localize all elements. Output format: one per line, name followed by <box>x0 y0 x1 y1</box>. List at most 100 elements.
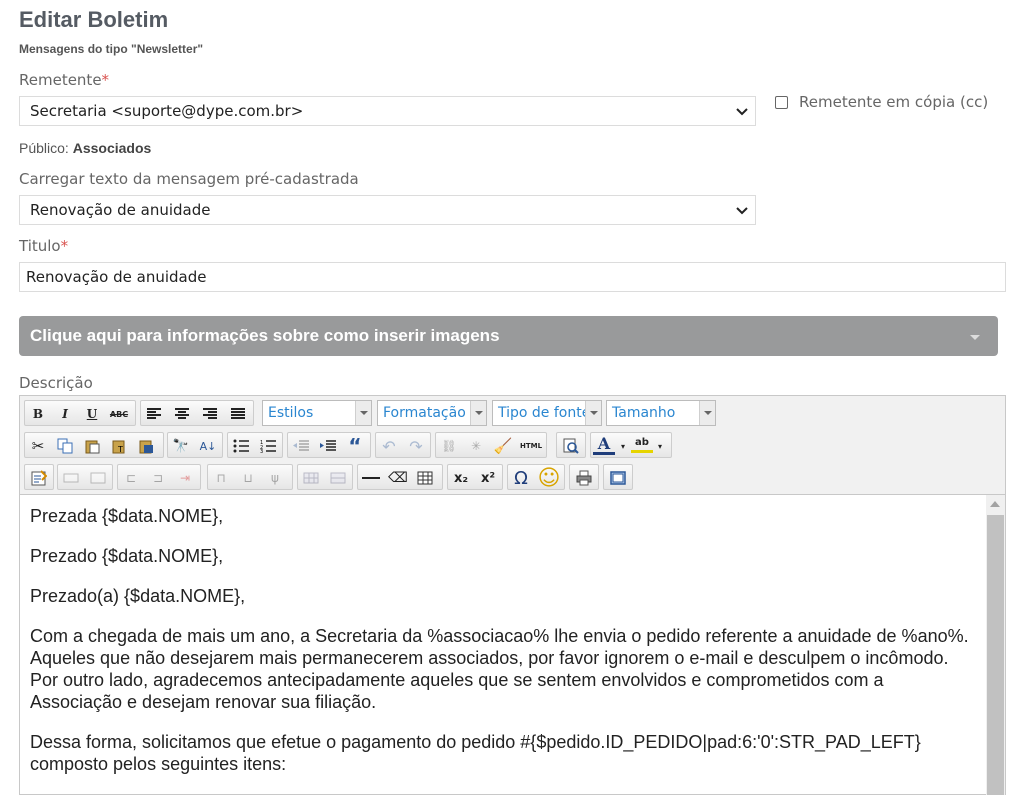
titulo-label: Titulo* <box>19 237 68 255</box>
table-button[interactable] <box>414 467 436 489</box>
insert-before-icon: ⊏ <box>125 471 137 485</box>
font-color-dropdown[interactable]: ▾ <box>618 435 628 457</box>
eraser-button[interactable]: ⌫ <box>387 467 409 489</box>
paste-word-button[interactable] <box>135 435 157 457</box>
required-mark: * <box>60 237 69 255</box>
image-info-toggle[interactable]: Clique aqui para informações sobre como … <box>19 316 998 356</box>
maximize-button[interactable] <box>607 467 629 489</box>
format-combo[interactable]: Formatação <box>377 400 487 426</box>
link-button[interactable]: ⛓ <box>438 435 460 457</box>
font-family-combo[interactable]: Tipo de fonte <box>492 400 602 426</box>
underline-button[interactable]: U <box>81 403 103 425</box>
bg-color-dropdown[interactable]: ▾ <box>655 435 665 457</box>
scroll-up-icon[interactable] <box>990 501 1000 507</box>
special-char-button[interactable]: Ω <box>510 467 532 489</box>
outdent-button[interactable] <box>290 435 312 457</box>
horizontal-rule-button[interactable] <box>360 467 382 489</box>
superscript-button[interactable]: x² <box>477 467 499 489</box>
clipboard-group: ✂ T <box>24 432 164 458</box>
copy-button[interactable] <box>54 435 76 457</box>
editor-scrollbar[interactable] <box>986 495 1005 795</box>
cell-props-button[interactable]: ψ <box>264 467 286 489</box>
paste-text-button[interactable]: T <box>108 435 130 457</box>
numbered-list-button[interactable]: 123 <box>257 435 279 457</box>
insert-after-button[interactable]: ⊐ <box>147 467 169 489</box>
insert-after-icon: ⊐ <box>152 471 164 485</box>
strikethrough-button[interactable]: ABC <box>108 403 130 425</box>
print-button[interactable] <box>573 467 595 489</box>
justify-button[interactable] <box>227 403 249 425</box>
font-size-combo[interactable]: Tamanho <box>606 400 716 426</box>
content-paragraph: Prezada {$data.NOME}, <box>30 506 224 526</box>
page-title: Editar Boletim <box>19 7 169 32</box>
column-icon <box>330 472 346 484</box>
subscript-button[interactable]: x₂ <box>450 467 472 489</box>
delete-button[interactable]: ⇥ <box>174 467 196 489</box>
blockquote-button[interactable]: “ <box>344 434 366 458</box>
textfield-button[interactable] <box>60 467 82 489</box>
redo-button[interactable]: ↷ <box>405 435 427 457</box>
insert-before-button[interactable]: ⊏ <box>120 467 142 489</box>
styles-combo[interactable]: Estilos <box>262 400 372 426</box>
list-group: 123 <box>227 432 283 458</box>
layout-group: ⊏ ⊐ ⇥ <box>117 464 201 490</box>
svg-text:3: 3 <box>260 449 263 453</box>
undo-button[interactable]: ↶ <box>378 435 400 457</box>
paste-button[interactable] <box>81 435 103 457</box>
editor-content[interactable]: Prezada {$data.NOME}, Prezado {$data.NOM… <box>20 495 986 795</box>
carregar-label: Carregar texto da mensagem pré-cadastrad… <box>19 170 359 188</box>
indent-icon <box>320 440 336 451</box>
bg-color-button[interactable]: ab <box>631 435 653 453</box>
smiley-button[interactable]: ☺ <box>538 466 561 491</box>
find-button[interactable]: 🔭 <box>170 435 192 457</box>
find-group: 🔭 A↓ <box>167 432 223 458</box>
scrollbar-thumb[interactable] <box>987 515 1004 795</box>
font-color-button[interactable]: A <box>593 434 615 455</box>
outdent-icon <box>293 440 309 451</box>
cut-button[interactable]: ✂ <box>27 435 49 457</box>
cell-group: ⊓ ⊔ ψ <box>207 464 293 490</box>
titulo-input[interactable]: Renovação de anuidade <box>19 262 1006 292</box>
preview-button[interactable] <box>560 435 582 457</box>
remetente-select[interactable]: Secretaria <suporte@dype.com.br> <box>19 96 756 126</box>
required-mark: * <box>101 71 110 89</box>
script-group: x₂ x² <box>447 464 503 490</box>
format-combo-label: Formatação <box>383 405 466 421</box>
align-right-button[interactable] <box>199 403 221 425</box>
align-left-button[interactable] <box>143 403 165 425</box>
replace-button[interactable]: A↓ <box>197 435 219 457</box>
textarea-button[interactable] <box>87 467 109 489</box>
caret-down-icon <box>970 335 980 340</box>
bullet-list-button[interactable] <box>230 435 252 457</box>
align-center-button[interactable] <box>171 403 193 425</box>
carregar-select[interactable]: Renovação de anuidade <box>19 195 756 225</box>
indent-button[interactable] <box>317 435 339 457</box>
caret-down-icon: ▾ <box>620 441 625 451</box>
html-button[interactable]: HTML <box>520 435 542 457</box>
row-icon <box>303 472 319 484</box>
paste-word-icon <box>139 440 153 454</box>
print-group <box>569 464 599 490</box>
clean-button[interactable]: 🧹 <box>492 435 514 457</box>
dropdown-arrow-icon <box>699 401 715 425</box>
dropdown-arrow-icon <box>585 401 601 425</box>
column-button[interactable] <box>327 467 349 489</box>
row-button[interactable] <box>300 467 322 489</box>
align-center-icon <box>175 408 189 419</box>
italic-button[interactable]: I <box>54 403 76 425</box>
numbered-list-icon: 123 <box>260 440 276 453</box>
unlink-icon: ✳ <box>470 439 482 453</box>
font-family-combo-label: Tipo de fonte <box>498 405 591 421</box>
replace-icon: A↓ <box>199 439 217 453</box>
unlink-button[interactable]: ✳ <box>465 435 487 457</box>
cc-label[interactable]: Remetente em cópia (cc) <box>799 93 988 111</box>
justify-icon <box>231 408 245 419</box>
eraser-icon: ⌫ <box>388 470 408 486</box>
merge-button[interactable]: ⊓ <box>210 467 232 489</box>
bold-button[interactable]: B <box>27 403 49 425</box>
cc-checkbox[interactable] <box>775 96 788 109</box>
form-button[interactable] <box>28 467 50 489</box>
indent-group: “ <box>287 432 371 458</box>
split-button[interactable]: ⊔ <box>237 467 259 489</box>
color-group: A ▾ ab ▾ <box>590 432 672 458</box>
